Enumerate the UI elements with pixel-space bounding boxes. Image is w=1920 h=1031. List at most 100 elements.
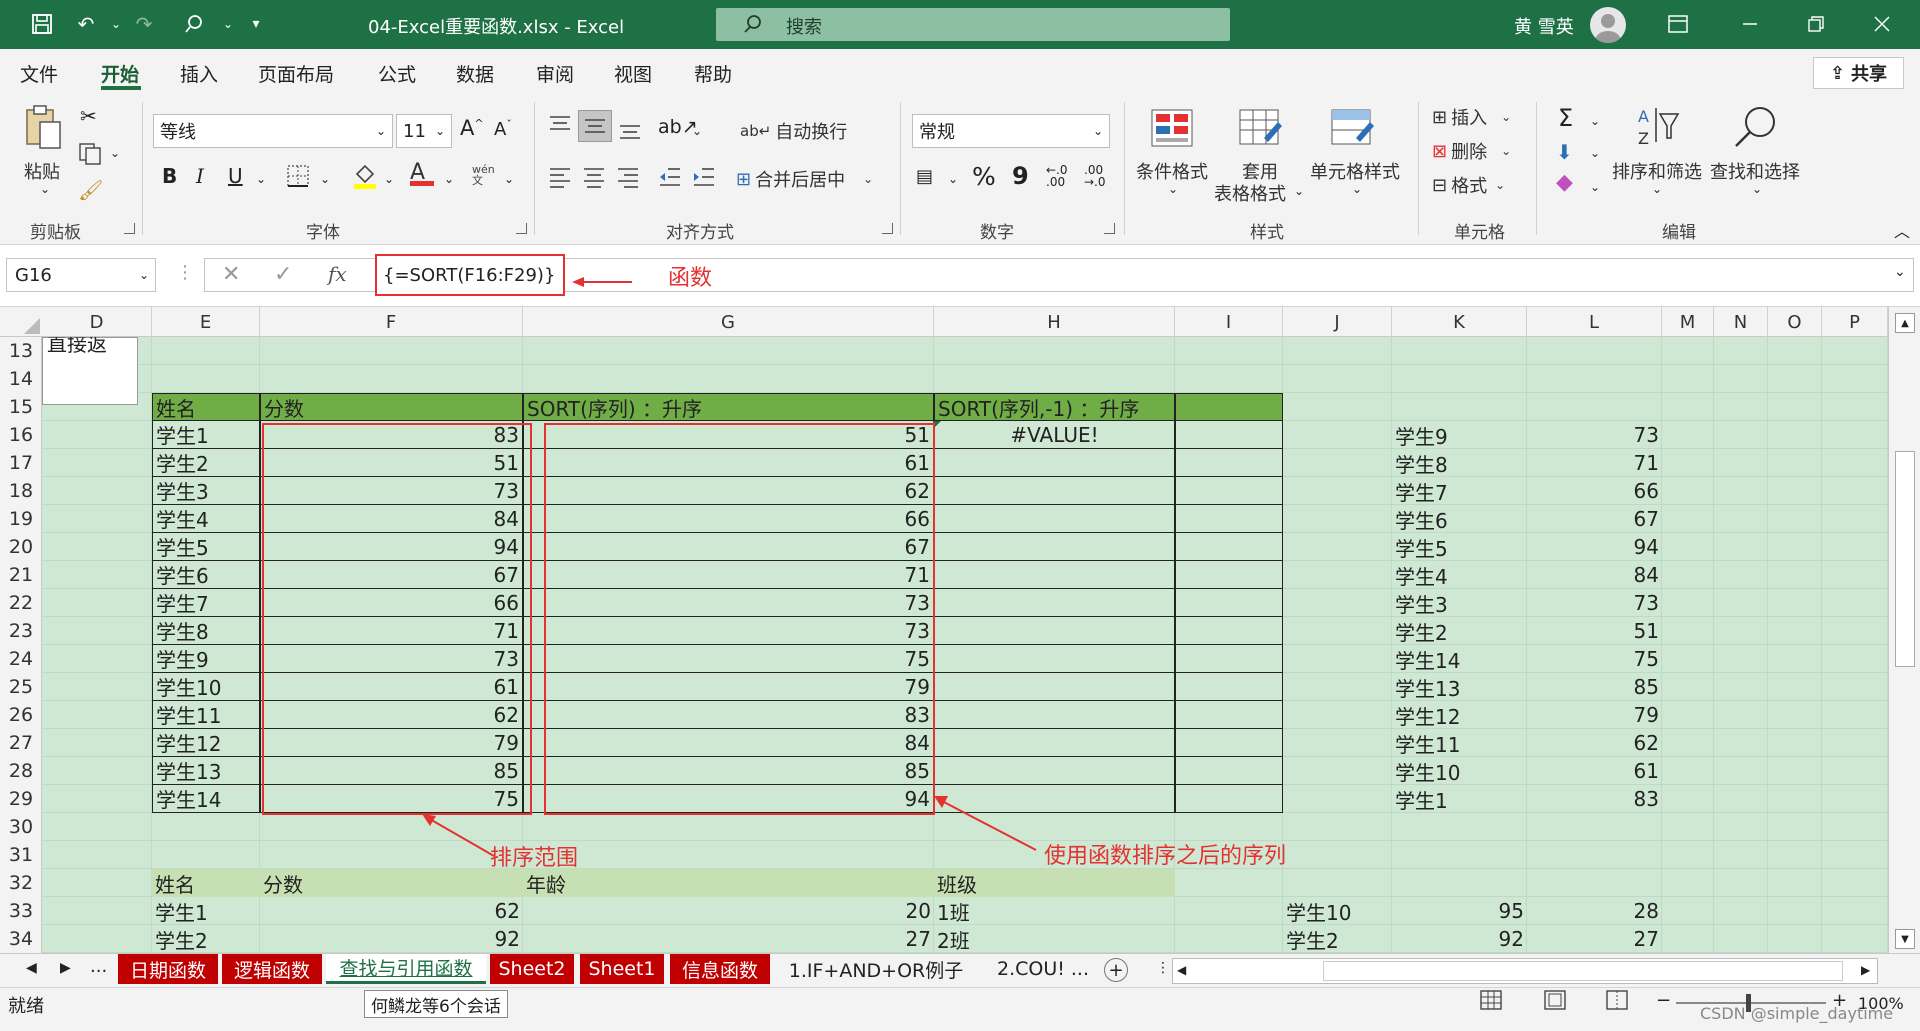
right-list-score[interactable]: 73 xyxy=(1527,589,1662,617)
row-header[interactable]: 22 xyxy=(0,589,42,617)
phonetic-dropdown-icon[interactable]: ⌄ xyxy=(504,172,514,186)
lower-right-age[interactable]: 27 xyxy=(1527,925,1662,953)
tab-review[interactable]: 审阅 xyxy=(536,60,574,87)
tab-page-layout[interactable]: 页面布局 xyxy=(258,60,334,87)
table-cell-empty[interactable] xyxy=(1175,645,1283,673)
table-cell-empty[interactable] xyxy=(1175,449,1283,477)
table-cell-name[interactable]: 学生3 xyxy=(152,477,260,505)
collapse-ribbon-icon[interactable]: ︿ xyxy=(1894,218,1910,242)
font-size-combo[interactable]: 11 ⌄ xyxy=(396,114,452,148)
chevron-down-icon[interactable]: ⌄ xyxy=(1652,182,1662,196)
right-list-name[interactable]: 学生5 xyxy=(1392,533,1527,561)
lower-right-name[interactable]: 学生10 xyxy=(1283,897,1392,925)
minimize-icon[interactable] xyxy=(1734,8,1766,40)
table-cell-empty[interactable] xyxy=(1175,477,1283,505)
sort-filter-button[interactable]: 排序和筛选 xyxy=(1612,158,1702,184)
table-cell-empty[interactable] xyxy=(1175,785,1283,813)
italic-button[interactable]: I xyxy=(196,164,204,188)
decrease-decimal-icon[interactable]: .00 →.0 xyxy=(1084,164,1106,188)
table-cell-name[interactable]: 学生6 xyxy=(152,561,260,589)
scroll-left-icon[interactable]: ◀ xyxy=(1177,963,1186,977)
row-header[interactable]: 19 xyxy=(0,505,42,533)
table-cell-empty[interactable] xyxy=(1175,421,1283,449)
table-header-name[interactable]: 姓名 xyxy=(152,393,260,421)
decrease-indent-icon[interactable] xyxy=(658,166,682,193)
align-middle-icon[interactable] xyxy=(578,110,612,142)
horizontal-scroll-thumb[interactable] xyxy=(1323,961,1843,981)
tab-view[interactable]: 视图 xyxy=(614,60,652,87)
right-list-name[interactable]: 学生1 xyxy=(1392,785,1527,813)
bold-button[interactable]: B xyxy=(162,164,177,188)
insert-function-icon[interactable]: fx xyxy=(328,262,347,286)
autosum-dropdown-icon[interactable]: ⌄ xyxy=(1590,114,1600,128)
column-header-p[interactable]: P xyxy=(1822,307,1888,337)
sheet-tab[interactable]: 2.COU! ... xyxy=(984,954,1102,984)
lower-cell-score[interactable]: 62 xyxy=(260,897,523,925)
tab-formulas[interactable]: 公式 xyxy=(378,60,416,87)
format-as-table-label2[interactable]: 表格格式 xyxy=(1214,180,1286,206)
sheet-tab[interactable]: 1.IF+AND+OR例子 xyxy=(776,954,976,984)
conditional-formatting-button[interactable]: 条件格式 xyxy=(1136,158,1208,184)
column-header-l[interactable]: L xyxy=(1527,307,1662,337)
table-cell-empty[interactable] xyxy=(1175,533,1283,561)
table-cell-sort-desc[interactable] xyxy=(934,673,1175,701)
table-cell-sort-desc[interactable] xyxy=(934,505,1175,533)
restore-icon[interactable] xyxy=(1800,8,1832,40)
normal-view-icon[interactable] xyxy=(1480,990,1502,1015)
autosum-icon[interactable]: Σ xyxy=(1558,104,1573,132)
zoom-out-icon[interactable]: − xyxy=(1656,990,1671,1011)
scroll-down-icon[interactable]: ▼ xyxy=(1895,929,1915,949)
table-cell-name[interactable]: 学生11 xyxy=(152,701,260,729)
lower-cell-age[interactable]: 27 xyxy=(523,925,934,953)
sheet-tab-active[interactable]: 查找与引用函数 xyxy=(326,954,486,984)
right-list-score[interactable]: 51 xyxy=(1527,617,1662,645)
font-name-combo[interactable]: 等线 ⌄ xyxy=(153,114,393,148)
lower-header-score[interactable]: 分数 xyxy=(260,869,523,897)
right-list-score[interactable]: 79 xyxy=(1527,701,1662,729)
paste-icon[interactable] xyxy=(24,104,64,159)
table-cell-name[interactable]: 学生14 xyxy=(152,785,260,813)
cell-styles-icon[interactable] xyxy=(1330,108,1376,155)
row-header[interactable]: 17 xyxy=(0,449,42,477)
table-cell-sort-desc[interactable] xyxy=(934,561,1175,589)
row-header[interactable]: 34 xyxy=(0,925,42,953)
find-select-icon[interactable] xyxy=(1732,104,1778,155)
scroll-up-icon[interactable]: ▲ xyxy=(1895,313,1915,333)
right-list-name[interactable]: 学生3 xyxy=(1392,589,1527,617)
right-list-score[interactable]: 66 xyxy=(1527,477,1662,505)
formula-text[interactable]: {=SORT(F16:F29)} xyxy=(375,254,565,296)
column-header-n[interactable]: N xyxy=(1714,307,1768,337)
column-header-m[interactable]: M xyxy=(1662,307,1714,337)
alignment-launcher-icon[interactable] xyxy=(882,223,893,234)
table-header-sort-desc[interactable]: SORT(序列,-1) ：升序 xyxy=(934,393,1175,421)
table-cell-sort-desc[interactable] xyxy=(934,729,1175,757)
row-header[interactable]: 13 xyxy=(0,337,42,365)
format-cells-button[interactable]: ⊟ 格式 ⌄ xyxy=(1432,172,1505,198)
table-cell-empty[interactable] xyxy=(1175,589,1283,617)
lower-right-age[interactable]: 28 xyxy=(1527,897,1662,925)
format-painter-icon[interactable]: 🖌 xyxy=(78,178,103,202)
table-cell-name[interactable]: 学生9 xyxy=(152,645,260,673)
column-header-e[interactable]: E xyxy=(152,307,260,337)
sheet-tab[interactable]: 逻辑函数 xyxy=(222,954,322,984)
lower-header-class[interactable]: 班级 xyxy=(934,869,1175,897)
row-header[interactable]: 16 xyxy=(0,421,42,449)
table-cell-sort-desc[interactable] xyxy=(934,477,1175,505)
customize-toolbar-icon[interactable]: ▾ xyxy=(240,8,272,40)
sheet-tab[interactable]: Sheet2 xyxy=(490,954,574,984)
number-launcher-icon[interactable] xyxy=(1104,223,1115,234)
table-cell-name[interactable]: 学生13 xyxy=(152,757,260,785)
table-cell-empty[interactable] xyxy=(1175,561,1283,589)
right-list-score[interactable]: 73 xyxy=(1527,421,1662,449)
row-header[interactable]: 25 xyxy=(0,673,42,701)
paste-dropdown-icon[interactable]: ⌄ xyxy=(40,182,50,196)
avatar[interactable] xyxy=(1590,7,1626,43)
right-list-name[interactable]: 学生2 xyxy=(1392,617,1527,645)
scroll-thumb[interactable] xyxy=(1895,451,1915,667)
table-cell-name[interactable]: 学生10 xyxy=(152,673,260,701)
align-center-icon[interactable] xyxy=(582,166,606,193)
prev-sheet-icon[interactable]: ◀ xyxy=(26,960,37,976)
cell-styles-button[interactable]: 单元格样式 xyxy=(1310,158,1400,184)
row-header[interactable]: 29 xyxy=(0,785,42,813)
align-top-icon[interactable] xyxy=(548,114,572,141)
